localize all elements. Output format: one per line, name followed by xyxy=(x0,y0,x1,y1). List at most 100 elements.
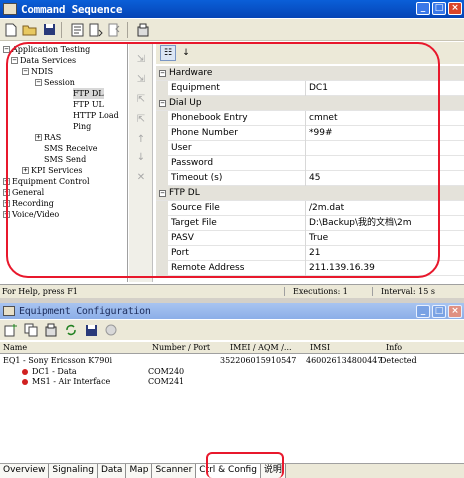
tree-item-application-testing[interactable]: − Application Testing xyxy=(3,44,90,55)
refresh-icon[interactable] xyxy=(62,321,80,339)
tab-data[interactable]: Data xyxy=(97,464,127,478)
tab-description[interactable]: 说明 xyxy=(260,464,286,478)
tree-expander[interactable]: + xyxy=(35,134,42,141)
collapse-icon[interactable]: − xyxy=(159,69,166,77)
tree-expander[interactable]: − xyxy=(3,46,10,53)
equipment-config-icon[interactable] xyxy=(134,21,152,39)
tree-item-ras[interactable]: + RAS xyxy=(35,132,61,143)
tree-item-kpi-services[interactable]: + KPI Services xyxy=(22,165,83,176)
property-row-timeout[interactable]: Timeout (s) 45 xyxy=(156,170,464,186)
property-value[interactable]: D:\Backup\我的文档\2m xyxy=(306,216,464,231)
tree-item-ftp-ul[interactable]: FTP UL xyxy=(73,99,104,110)
column-header-imsi[interactable]: IMSI xyxy=(310,343,330,352)
property-row-source-file[interactable]: Source File/2m.dat xyxy=(156,200,464,216)
property-row-password[interactable]: Password xyxy=(156,155,464,171)
equipment-config-titlebar[interactable]: Equipment Configuration _ □ × xyxy=(0,303,464,319)
property-value[interactable] xyxy=(306,156,464,171)
tree-item-recording[interactable]: + Recording xyxy=(3,198,54,209)
tree-item-http-load[interactable]: HTTP Load xyxy=(73,110,119,121)
category-hardware[interactable]: − Hardware xyxy=(156,66,464,81)
disconnect-icon[interactable] xyxy=(102,321,120,339)
column-header-number-port[interactable]: Number / Port xyxy=(152,343,210,352)
save-icon[interactable] xyxy=(82,321,100,339)
property-row-phone-number[interactable]: Phone Number *99# xyxy=(156,125,464,141)
equipment-properties-icon[interactable] xyxy=(42,321,60,339)
replace-command-icon[interactable]: ⇱ xyxy=(133,94,149,108)
category-ftp-dl[interactable]: − FTP DL xyxy=(156,186,464,201)
tree-expander[interactable]: + xyxy=(3,178,10,185)
tree-item-equipment-control[interactable]: + Equipment Control xyxy=(3,176,90,187)
property-value[interactable]: True xyxy=(306,231,464,246)
remove-command-icon[interactable]: ⇱ xyxy=(133,114,149,128)
add-command-icon[interactable]: ⇲ xyxy=(133,54,149,68)
import-icon[interactable] xyxy=(87,21,105,39)
alphabetical-sort-icon[interactable]: ↓ xyxy=(178,45,194,61)
property-row-pasv[interactable]: PASV True xyxy=(156,230,464,246)
close-button[interactable]: × xyxy=(448,2,462,15)
tree-item-ping[interactable]: Ping xyxy=(73,121,91,132)
delete-command-icon[interactable]: ✕ xyxy=(133,172,149,186)
tree-expander[interactable]: − xyxy=(22,68,29,75)
command-sequence-titlebar[interactable]: Command Sequence _ □ × xyxy=(0,0,464,18)
tab-scanner[interactable]: Scanner xyxy=(152,464,197,478)
property-value[interactable]: /2m.dat xyxy=(306,201,464,216)
property-value[interactable]: cmnet xyxy=(306,111,464,126)
move-up-icon[interactable]: ↑ xyxy=(133,134,149,148)
property-row-remote-address[interactable]: Remote Address 211.139.16.39 xyxy=(156,260,464,276)
tab-signaling[interactable]: Signaling xyxy=(49,464,98,478)
tree-expander[interactable]: − xyxy=(11,57,18,64)
tree-item-ndis[interactable]: − NDIS xyxy=(22,66,53,77)
property-value[interactable]: DC1 xyxy=(306,81,464,96)
collapse-icon[interactable]: − xyxy=(159,189,166,197)
tree-item-sms-receive[interactable]: SMS Receive xyxy=(44,143,97,154)
minimize-button[interactable]: _ xyxy=(416,2,430,15)
property-value[interactable]: 45 xyxy=(306,171,464,186)
table-row[interactable]: MS1 - Air Interface COM241 xyxy=(0,377,464,387)
tree-expander[interactable]: + xyxy=(3,200,10,207)
tree-expander[interactable]: − xyxy=(35,79,42,86)
tree-item-data-services[interactable]: − Data Services xyxy=(11,55,76,66)
column-header-info[interactable]: Info xyxy=(386,343,402,352)
copy-equipment-icon[interactable] xyxy=(22,321,40,339)
export-icon[interactable] xyxy=(106,21,124,39)
tree-item-general[interactable]: + General xyxy=(3,187,44,198)
category-dial-up[interactable]: − Dial Up xyxy=(156,96,464,111)
tree-expander[interactable]: + xyxy=(22,167,29,174)
close-button[interactable]: × xyxy=(448,305,462,318)
save-icon[interactable] xyxy=(40,21,58,39)
tab-ctrl-config[interactable]: Ctrl & Config xyxy=(196,464,261,478)
property-row-target-file[interactable]: Target File D:\Backup\我的文档\2m xyxy=(156,215,464,231)
maximize-button[interactable]: □ xyxy=(432,2,446,15)
maximize-button[interactable]: □ xyxy=(432,305,446,318)
new-file-icon[interactable] xyxy=(2,21,20,39)
property-value[interactable]: 211.139.16.39 xyxy=(306,261,464,276)
property-row-user[interactable]: User xyxy=(156,140,464,156)
move-down-icon[interactable]: ↓ xyxy=(133,152,149,166)
tree-expander[interactable]: + xyxy=(3,211,10,218)
insert-command-icon[interactable]: ⇲ xyxy=(133,74,149,88)
table-row[interactable]: EQ1 - Sony Ericsson K790i 35220601591054… xyxy=(0,356,464,366)
tree-item-session[interactable]: − Session xyxy=(35,77,75,88)
column-header-imei[interactable]: IMEI / AQM /... xyxy=(230,343,292,352)
tab-overview[interactable]: Overview xyxy=(0,464,50,478)
add-equipment-icon[interactable] xyxy=(2,321,20,339)
tree-item-sms-send[interactable]: SMS Send xyxy=(44,154,86,165)
tree-item-voice-video[interactable]: + Voice/Video xyxy=(3,209,59,220)
tree-expander[interactable]: + xyxy=(3,189,10,196)
column-header-name[interactable]: Name xyxy=(3,343,27,352)
property-row-port[interactable]: Port 21 xyxy=(156,245,464,261)
minimize-button[interactable]: _ xyxy=(416,305,430,318)
property-value[interactable]: *99# xyxy=(306,126,464,141)
property-row-phonebook-entry[interactable]: Phonebook Entry cmnet xyxy=(156,110,464,126)
table-row[interactable]: DC1 - Data COM240 xyxy=(0,367,464,377)
property-row-equipment[interactable]: Equipment DC1 xyxy=(156,80,464,96)
open-folder-icon[interactable] xyxy=(21,21,39,39)
collapse-icon[interactable]: − xyxy=(159,99,166,107)
tree-item-label: NDIS xyxy=(31,67,54,76)
property-value[interactable] xyxy=(306,141,464,156)
tree-item-ftp-dl[interactable]: FTP DL xyxy=(73,88,104,99)
tab-map[interactable]: Map xyxy=(126,464,153,478)
categorized-view-icon[interactable]: ☷ xyxy=(160,45,176,61)
properties-icon[interactable] xyxy=(68,21,86,39)
property-value[interactable]: 21 xyxy=(306,246,464,261)
